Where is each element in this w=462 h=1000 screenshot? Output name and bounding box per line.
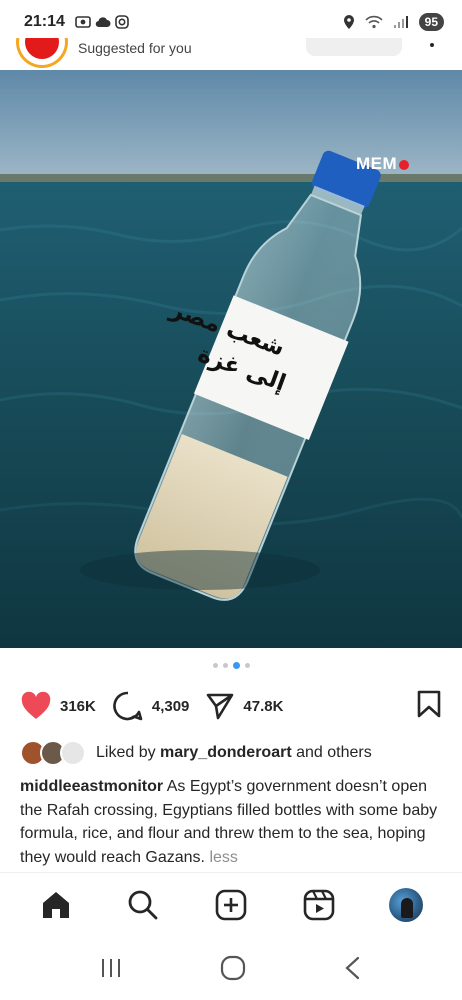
liked-by-suffix: and others bbox=[291, 744, 372, 761]
like-count[interactable]: 316K bbox=[60, 698, 96, 715]
screenshot-icon bbox=[75, 16, 91, 28]
system-nav bbox=[0, 936, 462, 1000]
nav-profile[interactable] bbox=[384, 883, 428, 927]
comment-icon[interactable] bbox=[112, 690, 144, 722]
status-time: 21:14 bbox=[24, 13, 65, 30]
liked-by-user[interactable]: mary_donderoart bbox=[160, 744, 292, 761]
post-image[interactable]: شعب مصر إلى غزة MEM bbox=[0, 70, 462, 648]
carousel-indicator bbox=[0, 662, 462, 669]
home-circle-icon[interactable] bbox=[220, 955, 246, 981]
battery-badge: 95 bbox=[418, 13, 444, 31]
action-bar: 316K 4,309 47.8K bbox=[0, 688, 462, 724]
recents-icon[interactable] bbox=[99, 957, 123, 979]
status-left: 21:14 bbox=[24, 13, 129, 31]
back-icon[interactable] bbox=[343, 956, 363, 980]
carousel-dot-active bbox=[232, 662, 240, 669]
home-icon bbox=[42, 891, 69, 918]
watermark-text: MEM bbox=[356, 154, 398, 173]
post-author-avatar[interactable] bbox=[16, 38, 68, 68]
wifi-icon bbox=[365, 15, 383, 29]
nav-home[interactable] bbox=[34, 883, 78, 927]
caption-username[interactable]: middleeastmonitor bbox=[20, 778, 163, 795]
share-count[interactable]: 47.8K bbox=[243, 698, 283, 715]
reels-icon bbox=[303, 889, 334, 920]
liked-by-avatars bbox=[20, 740, 88, 766]
search-icon bbox=[128, 890, 158, 919]
carousel-dot bbox=[244, 663, 250, 668]
comment-action: 4,309 bbox=[112, 690, 190, 722]
nav-reels[interactable] bbox=[297, 883, 341, 927]
instagram-icon bbox=[115, 15, 129, 29]
watermark-dot bbox=[399, 159, 410, 170]
follow-button[interactable] bbox=[306, 38, 402, 56]
suggested-label: Suggested for you bbox=[78, 40, 192, 56]
more-options-icon[interactable] bbox=[430, 43, 434, 47]
create-icon bbox=[215, 889, 247, 920]
share-icon[interactable] bbox=[205, 691, 235, 721]
signal-icon bbox=[393, 16, 408, 28]
liker-avatar bbox=[60, 740, 86, 766]
profile-avatar bbox=[389, 887, 424, 922]
carousel-dot bbox=[222, 663, 228, 668]
nav-search[interactable] bbox=[121, 883, 165, 927]
bottom-nav bbox=[0, 872, 462, 936]
bookmark-icon bbox=[417, 690, 441, 717]
location-icon bbox=[343, 15, 354, 29]
share-action: 47.8K bbox=[205, 691, 283, 721]
status-right: 95 bbox=[343, 13, 444, 31]
liked-by-row[interactable]: Liked by mary_donderoart and others bbox=[20, 740, 372, 766]
post-caption: middleeastmonitor As Egypt’s government … bbox=[20, 775, 446, 869]
watermark: MEM bbox=[356, 154, 410, 174]
post-header: Suggested for you bbox=[0, 38, 462, 70]
liked-by-text: Liked by mary_donderoart and others bbox=[96, 744, 372, 762]
avatar-logo bbox=[25, 38, 59, 59]
liked-by-prefix: Liked by bbox=[96, 744, 161, 761]
comment-count[interactable]: 4,309 bbox=[152, 698, 190, 715]
carousel-dot bbox=[212, 663, 218, 668]
heart-icon[interactable] bbox=[20, 691, 52, 721]
nav-create[interactable] bbox=[209, 883, 253, 927]
status-notification-icons bbox=[75, 15, 129, 29]
cloud-icon bbox=[95, 17, 111, 28]
like-action: 316K bbox=[20, 691, 96, 721]
save-button[interactable] bbox=[416, 689, 442, 724]
caption-less-link[interactable]: less bbox=[209, 849, 237, 866]
